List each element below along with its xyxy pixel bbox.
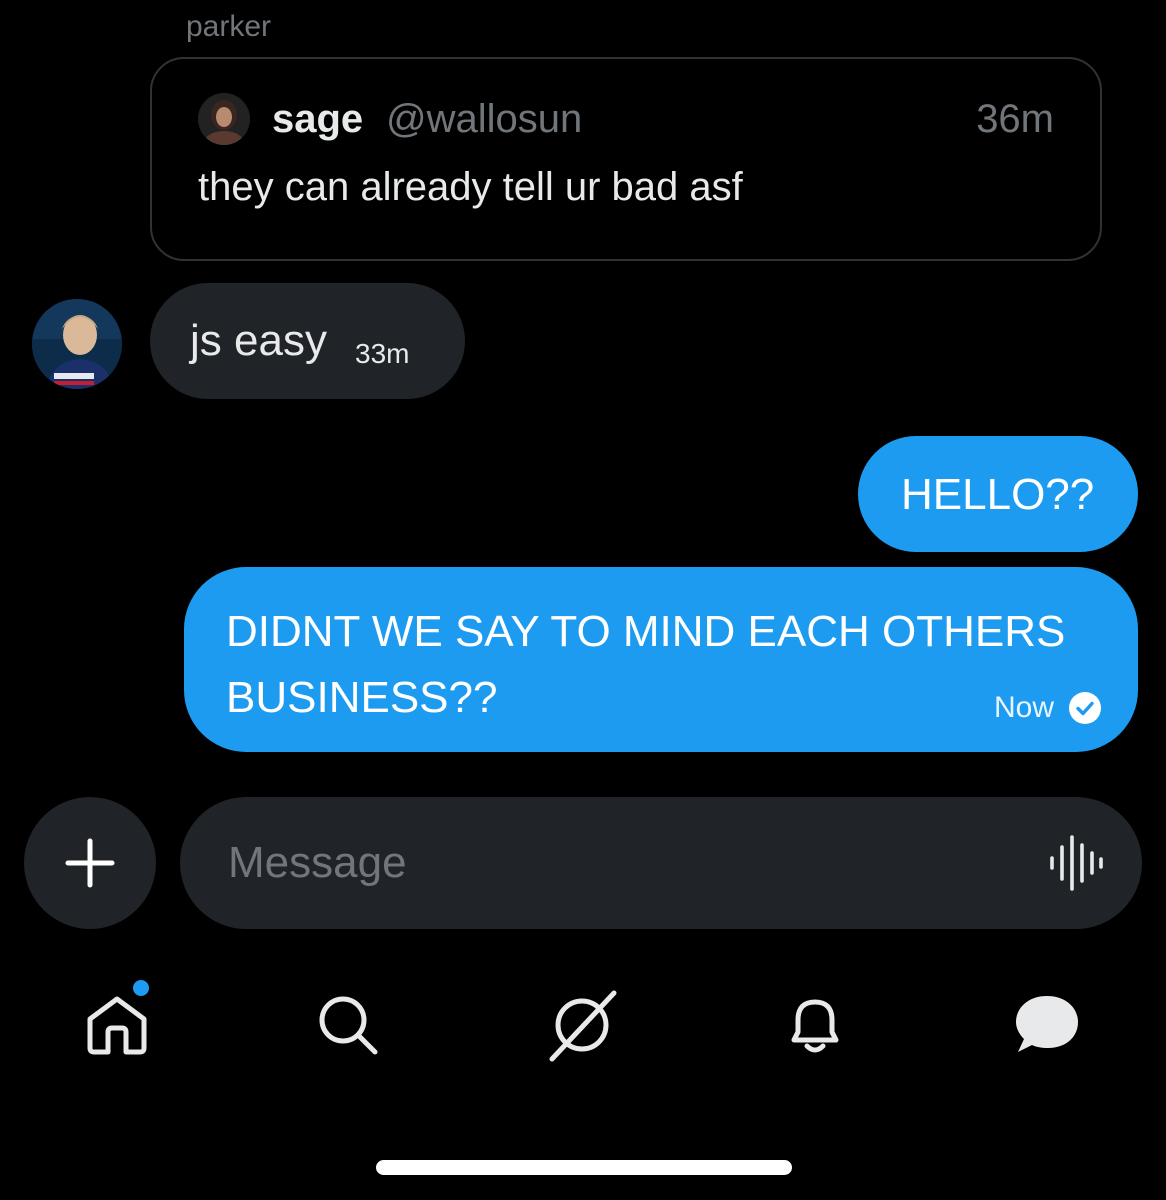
add-attachment-button[interactable]: [24, 797, 156, 929]
home-unread-dot: [133, 980, 149, 996]
nav-home[interactable]: [72, 980, 162, 1070]
received-message-time: 33m: [355, 338, 410, 369]
read-check-icon: [1069, 692, 1101, 724]
home-indicator: [376, 1160, 792, 1175]
quoted-author-avatar[interactable]: [198, 93, 250, 145]
grok-icon: [549, 990, 617, 1062]
nav-notifications[interactable]: [770, 980, 860, 1070]
notifications-icon: [791, 999, 839, 1053]
message-composer[interactable]: [180, 797, 1142, 929]
messages-icon: [1016, 996, 1078, 1052]
nav-grok[interactable]: [537, 980, 627, 1070]
sent-message-text: DIDNT WE SAY TO MIND EACH OTHERS BUSINES…: [226, 607, 1066, 722]
contact-avatar[interactable]: [32, 299, 122, 389]
quoted-post-time: 36m: [976, 97, 1054, 141]
sent-message-bubble[interactable]: DIDNT WE SAY TO MIND EACH OTHERS BUSINES…: [184, 567, 1138, 752]
nav-messages[interactable]: [1002, 980, 1092, 1070]
plus-icon: [65, 838, 115, 888]
home-icon: [87, 996, 147, 1055]
received-message-bubble[interactable]: js easy 33m: [150, 283, 465, 399]
quoted-post-text: they can already tell ur bad asf: [198, 165, 743, 209]
quoted-author-name: sage: [272, 97, 364, 141]
received-message-text: js easy: [190, 316, 327, 365]
bottom-navigation: [0, 980, 1166, 1070]
search-icon: [319, 996, 378, 1055]
sent-message-time: Now: [993, 691, 1054, 724]
sent-message-text: HELLO??: [901, 470, 1095, 519]
sent-message-bubble[interactable]: HELLO??: [858, 436, 1138, 552]
message-input[interactable]: [228, 833, 988, 893]
voice-message-icon[interactable]: [1046, 833, 1106, 893]
sender-label: parker: [186, 10, 272, 43]
nav-search[interactable]: [303, 980, 393, 1070]
quoted-post-card[interactable]: sage @wallosun 36m they can already tell…: [150, 57, 1102, 261]
quoted-author-handle: @wallosun: [386, 97, 583, 141]
sent-message-meta: Now: [994, 691, 1102, 725]
